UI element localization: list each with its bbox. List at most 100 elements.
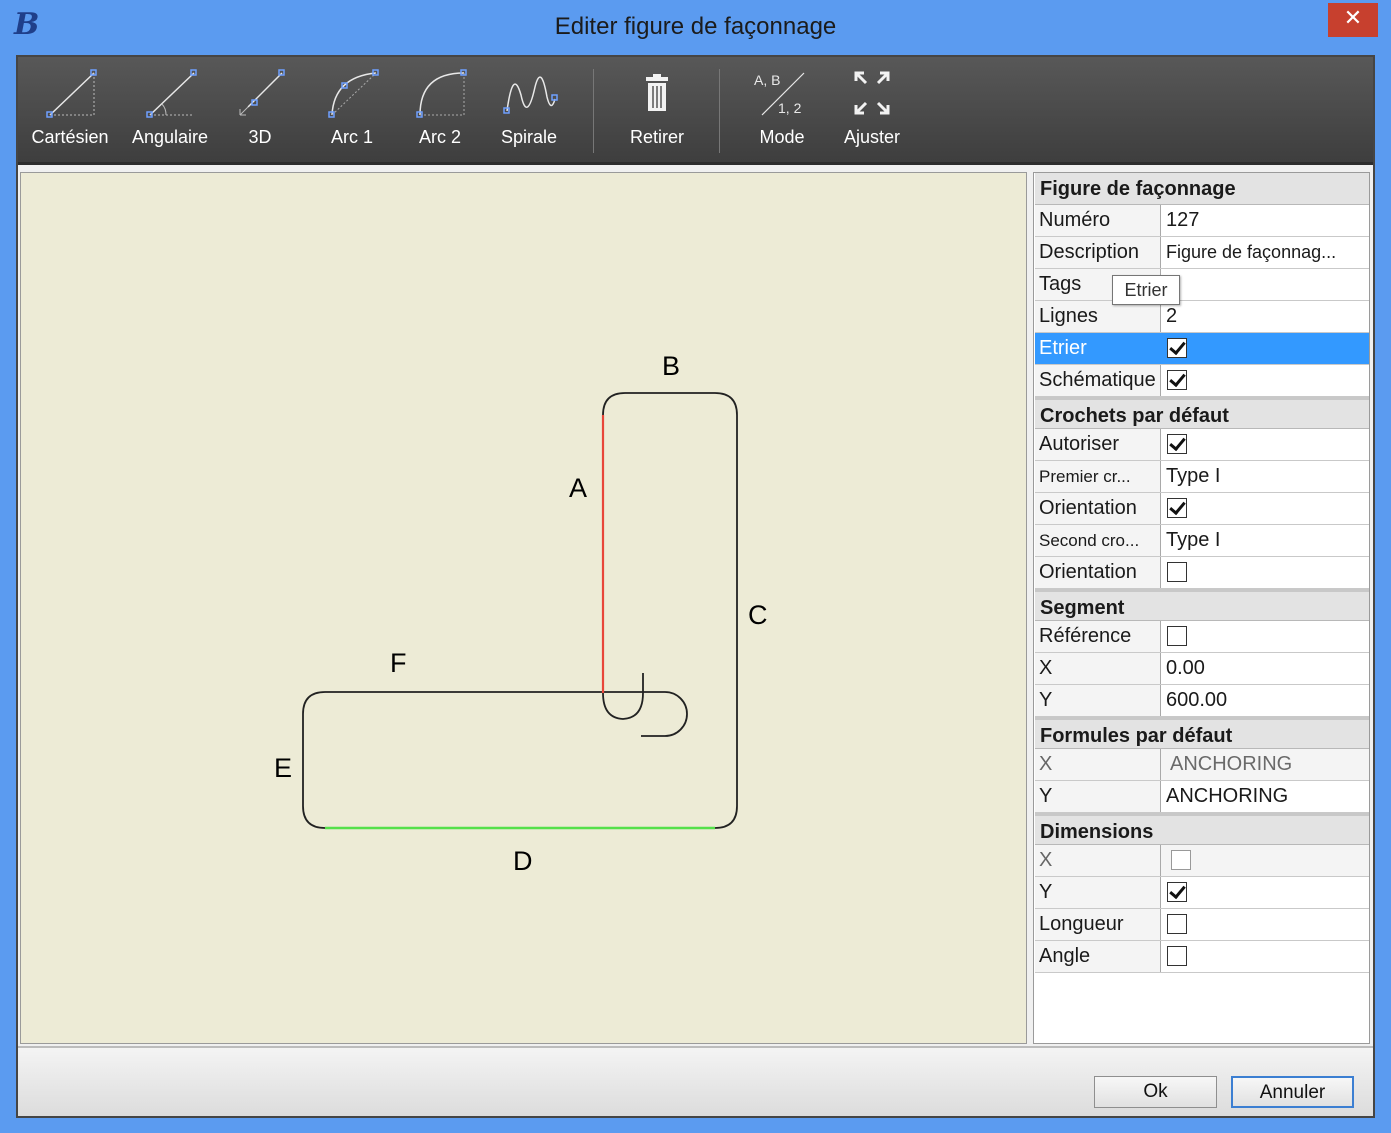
group-header-formules[interactable]: Formules par défaut (1035, 717, 1369, 749)
arc2-label: Arc 2 (418, 127, 461, 147)
formule-x-value: ANCHORING (1161, 749, 1369, 780)
prop-row-formule-x[interactable]: X ANCHORING (1035, 749, 1369, 781)
prop-row-dimension-x[interactable]: X (1035, 845, 1369, 877)
arc1-icon (328, 69, 379, 118)
fit-tool-button[interactable]: Ajuster (830, 67, 914, 159)
group-header-segment[interactable]: Segment (1035, 589, 1369, 621)
3d-tool-button[interactable]: 3D (226, 67, 294, 159)
arc2-icon (416, 69, 467, 118)
window-title: Editer figure de façonnage (554, 13, 837, 40)
group-header-crochets[interactable]: Crochets par défaut (1035, 397, 1369, 429)
segment-label-d: D (513, 846, 533, 876)
prop-label: Y (1035, 877, 1161, 908)
dialog-body: Cartésien Angulaire 3D Arc 1 Arc 2 Spira… (16, 55, 1375, 1118)
mode-label: Mode (759, 127, 805, 147)
lignes-value[interactable]: 2 (1161, 301, 1369, 332)
longueur-checkbox[interactable] (1167, 914, 1187, 934)
prop-row-lignes[interactable]: Lignes 2 (1035, 301, 1369, 333)
orientation-2-checkbox[interactable] (1167, 562, 1187, 582)
prop-label: Etrier (1035, 333, 1161, 364)
toolbar: Cartésien Angulaire 3D Arc 1 Arc 2 Spira… (18, 57, 1373, 165)
prop-row-premier-crochet[interactable]: Premier cr... Type I (1035, 461, 1369, 493)
prop-row-schematique[interactable]: Schématique (1035, 365, 1369, 397)
segment-x-value[interactable]: 0.00 (1161, 653, 1369, 684)
spiral-label: Spirale (500, 127, 558, 147)
prop-label: Longueur (1035, 909, 1161, 940)
tags-value[interactable] (1161, 269, 1369, 300)
prop-row-etrier[interactable]: Etrier (1035, 333, 1369, 365)
orientation-2-value-cell (1161, 557, 1369, 588)
remove-tool-button[interactable]: Retirer (612, 67, 702, 159)
prop-label: X (1035, 749, 1161, 780)
angular-tool-button[interactable]: Angulaire (128, 67, 212, 159)
etrier-checkbox[interactable] (1167, 338, 1187, 358)
mode-icon-top-text: A, B (754, 72, 780, 88)
prop-row-dimension-y[interactable]: Y (1035, 877, 1369, 909)
segment-label-c: C (748, 600, 768, 630)
fit-label: Ajuster (843, 127, 901, 147)
angle-checkbox[interactable] (1167, 946, 1187, 966)
group-header-figure[interactable]: Figure de façonnage (1035, 173, 1369, 205)
orientation-1-value-cell (1161, 493, 1369, 524)
segment-label-a: A (569, 473, 587, 503)
title-bar[interactable]: B Editer figure de façonnage ✕ (0, 0, 1391, 52)
3d-line-icon (239, 69, 285, 116)
longueur-value-cell (1161, 909, 1369, 940)
second-crochet-value[interactable]: Type I (1161, 525, 1369, 556)
hook-curve[interactable] (602, 673, 644, 720)
toolbar-separator (593, 69, 594, 153)
prop-label: Schématique (1035, 365, 1161, 396)
prop-row-formule-y[interactable]: Y ANCHORING (1035, 781, 1369, 813)
prop-row-segment-x[interactable]: X 0.00 (1035, 653, 1369, 685)
prop-row-second-crochet[interactable]: Second cro... Type I (1035, 525, 1369, 557)
schematique-checkbox[interactable] (1167, 370, 1187, 390)
prop-label: Premier cr... (1035, 461, 1161, 492)
prop-row-reference[interactable]: Référence (1035, 621, 1369, 653)
premier-crochet-value[interactable]: Type I (1161, 461, 1369, 492)
prop-label: Orientation (1035, 557, 1161, 588)
prop-label: X (1035, 653, 1161, 684)
cartesian-tool-button[interactable]: Cartésien (28, 67, 112, 159)
mode-tool-button[interactable]: A, B 1, 2 Mode (740, 67, 824, 159)
arc1-tool-button[interactable]: Arc 1 (314, 67, 390, 159)
dimension-x-checkbox (1171, 850, 1191, 870)
drawing-canvas[interactable]: B A C F E D (20, 172, 1027, 1044)
dialog-button-bar: Ok Annuler (18, 1046, 1373, 1116)
prop-row-tags[interactable]: Tags (1035, 269, 1369, 301)
numero-value[interactable]: 127 (1161, 205, 1369, 236)
prop-row-description[interactable]: Description Figure de façonnag... (1035, 237, 1369, 269)
arc2-tool-button[interactable]: Arc 2 (402, 67, 478, 159)
prop-row-autoriser[interactable]: Autoriser (1035, 429, 1369, 461)
segment-y-value[interactable]: 600.00 (1161, 685, 1369, 716)
prop-row-angle[interactable]: Angle (1035, 941, 1369, 973)
prop-row-segment-y[interactable]: Y 600.00 (1035, 685, 1369, 717)
dimension-y-checkbox[interactable] (1167, 882, 1187, 902)
dimension-y-value-cell (1161, 877, 1369, 908)
shape-drawing[interactable]: B A C F E D (21, 173, 1028, 1045)
stirrup-outline[interactable] (302, 392, 738, 829)
cancel-button[interactable]: Annuler (1231, 1076, 1354, 1108)
reference-value-cell (1161, 621, 1369, 652)
ok-button[interactable]: Ok (1094, 1076, 1217, 1108)
3d-label: 3D (248, 127, 272, 147)
prop-row-orientation-2[interactable]: Orientation (1035, 557, 1369, 589)
prop-row-numero[interactable]: Numéro 127 (1035, 205, 1369, 237)
description-value[interactable]: Figure de façonnag... (1161, 237, 1369, 268)
close-button[interactable]: ✕ (1328, 3, 1378, 37)
remove-label: Retirer (629, 127, 684, 147)
prop-label: Description (1035, 237, 1161, 268)
expand-arrows-icon (854, 71, 890, 115)
group-header-dimensions[interactable]: Dimensions (1035, 813, 1369, 845)
orientation-1-checkbox[interactable] (1167, 498, 1187, 518)
prop-label: Autoriser (1035, 429, 1161, 460)
arc1-label: Arc 1 (330, 127, 373, 147)
spiral-tool-button[interactable]: Spirale (490, 67, 568, 159)
prop-row-longueur[interactable]: Longueur (1035, 909, 1369, 941)
prop-row-orientation-1[interactable]: Orientation (1035, 493, 1369, 525)
prop-label: Numéro (1035, 205, 1161, 236)
autoriser-checkbox[interactable] (1167, 434, 1187, 454)
angle-value-cell (1161, 941, 1369, 972)
prop-label: Orientation (1035, 493, 1161, 524)
formule-y-value[interactable]: ANCHORING (1161, 781, 1369, 812)
reference-checkbox[interactable] (1167, 626, 1187, 646)
